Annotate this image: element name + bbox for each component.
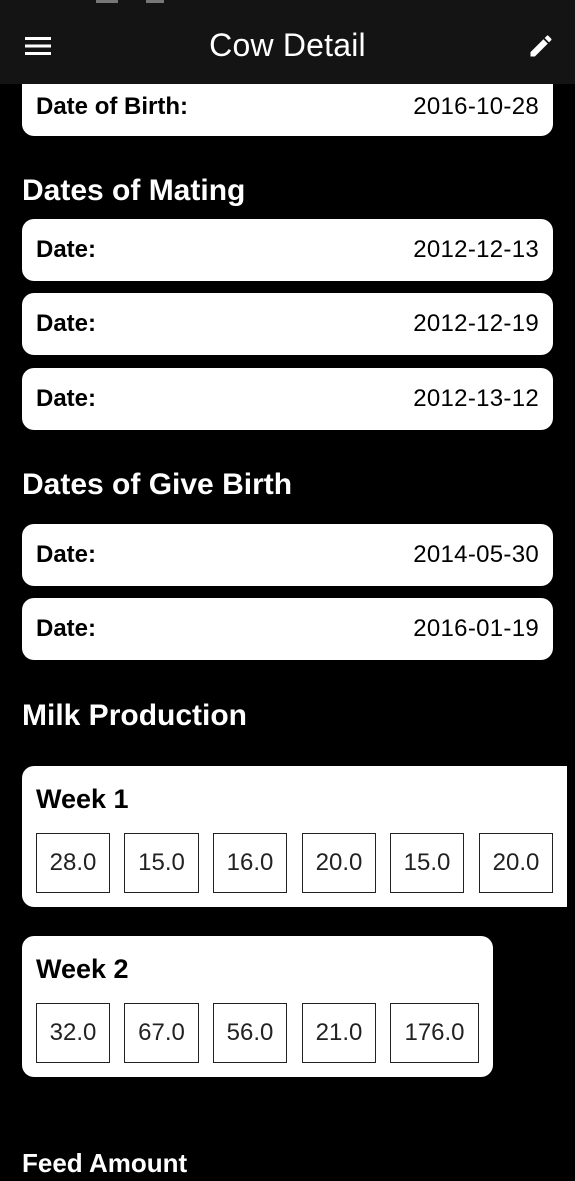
milk-value-chip: 56.0 bbox=[213, 1003, 287, 1063]
screen: Date of Birth: 2016-10-28 Dates of Matin… bbox=[0, 0, 575, 1181]
page-title: Cow Detail bbox=[209, 27, 366, 63]
app-bar: Cow Detail bbox=[0, 0, 575, 84]
mating-date-row[interactable]: Date: 2012-13-12 bbox=[22, 368, 553, 430]
milk-value-chip: 21.0 bbox=[302, 1003, 376, 1063]
mating-date-value: 2012-12-13 bbox=[413, 236, 539, 263]
give-birth-date-row[interactable]: Date: 2014-05-30 bbox=[22, 524, 553, 586]
mating-date-label: Date: bbox=[36, 236, 97, 263]
milk-production-section-title: Milk Production bbox=[22, 699, 247, 732]
milk-value-chip: 20.0 bbox=[302, 833, 376, 893]
edit-pencil-icon[interactable] bbox=[521, 26, 561, 66]
milk-value-chip: 176.0 bbox=[390, 1003, 479, 1063]
give-birth-date-value: 2014-05-30 bbox=[413, 541, 539, 568]
milk-value-chip: 28.0 bbox=[36, 833, 110, 893]
milk-value-chip: 67.0 bbox=[124, 1003, 199, 1063]
give-birth-date-value: 2016-01-19 bbox=[413, 615, 539, 642]
mating-date-row[interactable]: Date: 2012-12-13 bbox=[22, 219, 553, 281]
milk-week-card[interactable]: Week 1 28.0 15.0 16.0 20.0 15.0 20.0 bbox=[22, 766, 567, 907]
milk-value-chip: 16.0 bbox=[213, 833, 287, 893]
milk-value-chip: 15.0 bbox=[124, 833, 199, 893]
feed-amount-section-title: Feed Amount bbox=[22, 1148, 188, 1178]
milk-value-chip: 32.0 bbox=[36, 1003, 110, 1063]
status-bar-fragment bbox=[96, 0, 176, 4]
mating-date-label: Date: bbox=[36, 385, 97, 412]
mating-section-title: Dates of Mating bbox=[22, 174, 246, 207]
week-title: Week 2 bbox=[36, 954, 129, 984]
milk-week-card[interactable]: Week 2 32.0 67.0 56.0 21.0 176.0 bbox=[22, 936, 493, 1077]
give-birth-date-label: Date: bbox=[36, 541, 97, 568]
give-birth-date-label: Date: bbox=[36, 615, 97, 642]
milk-value-chip: 15.0 bbox=[390, 833, 464, 893]
mating-date-label: Date: bbox=[36, 310, 97, 337]
give-birth-date-row[interactable]: Date: 2016-01-19 bbox=[22, 598, 553, 660]
milk-value-chip: 20.0 bbox=[479, 833, 553, 893]
mating-date-value: 2012-13-12 bbox=[413, 385, 539, 412]
week-title: Week 1 bbox=[36, 784, 129, 814]
give-birth-section-title: Dates of Give Birth bbox=[22, 468, 293, 501]
mating-date-value: 2012-12-19 bbox=[413, 310, 539, 337]
mating-date-row[interactable]: Date: 2012-12-19 bbox=[22, 293, 553, 355]
